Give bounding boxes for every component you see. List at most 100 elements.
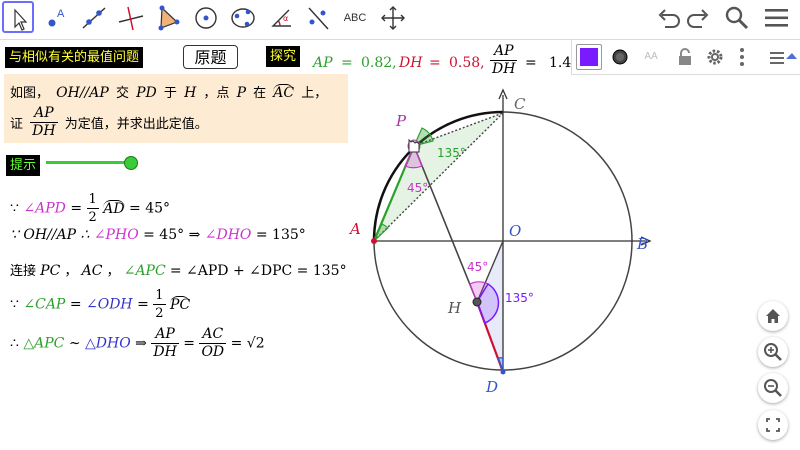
angle-cap-mark — [373, 223, 389, 242]
problem-math: PD — [136, 85, 157, 101]
perpendicular-tool-button[interactable] — [114, 1, 146, 33]
move-tool-button[interactable] — [2, 1, 34, 33]
fullscreen-button[interactable] — [758, 410, 788, 440]
point-style-icon[interactable] — [608, 45, 632, 69]
hand-cursor-icon — [408, 138, 420, 153]
proof-angle: ∠PHO — [93, 227, 139, 243]
proof-text: ， — [64, 264, 78, 279]
angle-label-apc: 135° — [437, 146, 466, 160]
proof-triangle: △APC — [23, 335, 65, 352]
redo-icon[interactable] — [686, 6, 712, 30]
proof-angle: ∠ODH — [86, 296, 133, 313]
move-view-tool-button[interactable] — [376, 1, 408, 33]
ratio-equals: = — [525, 55, 537, 71]
menu-icon[interactable] — [764, 7, 790, 29]
lock-icon[interactable] — [673, 45, 697, 69]
svg-text:α: α — [283, 14, 288, 23]
proof-text: ∼ — [68, 335, 81, 352]
proof-text: = — [183, 335, 195, 352]
point-h[interactable] — [472, 297, 482, 307]
angle-tool-button[interactable]: α — [264, 1, 296, 33]
zoom-in-button[interactable] — [758, 337, 788, 367]
undo-icon[interactable] — [655, 6, 681, 30]
hint-slider-track[interactable] — [46, 161, 130, 164]
zoom-out-button[interactable] — [758, 373, 788, 403]
point-tool-button[interactable]: A — [39, 1, 71, 33]
triangle-apc-fill — [374, 113, 503, 241]
problem-text: 于 — [163, 86, 177, 101]
label-c: C — [514, 95, 526, 113]
proof-text: 连接 — [10, 264, 37, 279]
proof-text: ∴ — [10, 335, 19, 352]
problem-math: P — [236, 85, 246, 101]
proof-text: ， — [106, 264, 120, 279]
search-icon[interactable] — [724, 5, 750, 31]
proof-text: ∵ — [10, 200, 19, 217]
hint-slider-handle[interactable] — [124, 156, 138, 170]
polygon-tool-button[interactable] — [151, 1, 183, 33]
angle-icon: α — [271, 9, 291, 27]
proof-text: ⇒ — [135, 335, 147, 352]
gear-icon[interactable] — [703, 45, 727, 69]
problem-fraction-num: AP — [30, 105, 58, 123]
main-toolbar: A α ABC — [0, 0, 800, 36]
reflect-tool-button[interactable] — [301, 1, 333, 33]
line-icon — [82, 7, 106, 29]
line-tool-button[interactable] — [77, 1, 109, 33]
proof-line-3: 连接 PC ， AC ， ∠APC = ∠APD + ∠DPC = 135° — [10, 260, 347, 279]
label-h: H — [447, 299, 462, 317]
label-b: B — [636, 235, 648, 253]
dh-label: DH — [399, 55, 423, 71]
label-p: P — [395, 112, 407, 130]
page-title: 与相似有关的最值问题 — [5, 47, 144, 68]
color-swatch — [580, 48, 598, 66]
toggle-view-icon[interactable] — [768, 45, 798, 69]
ratio-denominator: DH — [492, 61, 516, 77]
proof-text: = — [137, 296, 149, 313]
angle-label-dho: 135° — [505, 291, 534, 305]
conic-tool-button[interactable] — [226, 1, 258, 33]
conic-icon — [231, 8, 255, 28]
point-d[interactable] — [500, 369, 506, 375]
home-button[interactable] — [758, 301, 788, 331]
explore-button[interactable]: 探究 — [266, 46, 301, 67]
proof-math: AC — [81, 263, 103, 279]
ap-equals: = — [341, 55, 353, 71]
ap-value: 0.82, — [361, 55, 397, 71]
point-icon: A — [48, 8, 65, 27]
zoom-in-icon — [764, 343, 782, 361]
problem-text: 如图， — [10, 86, 50, 101]
proof-angle: ∠APD — [23, 200, 66, 217]
polygon-icon — [158, 5, 180, 31]
text-tool-button[interactable]: ABC — [338, 1, 370, 33]
proof-fraction: AP DH — [151, 326, 179, 361]
proof-fraction-den: OD — [201, 344, 225, 360]
proof-angle: ∠APC — [123, 263, 166, 279]
label-o: O — [509, 222, 521, 240]
text-size-icon[interactable]: AA — [640, 47, 662, 67]
circle-tool-button[interactable] — [189, 1, 221, 33]
proof-math: PC — [40, 263, 61, 279]
problem-text: 交 — [115, 86, 129, 101]
proof-line-4: ∵ ∠CAP = ∠ODH = 1 2 PC — [10, 287, 191, 322]
geometry-canvas[interactable]: A P C O B H D 135° 45° 45° 135° — [340, 84, 665, 450]
proof-fraction-num: 1 — [86, 192, 99, 209]
move-view-icon — [381, 6, 405, 30]
more-icon[interactable] — [736, 45, 748, 69]
proof-fraction-den: DH — [153, 344, 177, 360]
problem-text: 在 — [253, 86, 267, 101]
fullscreen-icon — [766, 418, 780, 432]
proof-arc: PC — [170, 295, 191, 313]
ratio-value: 1.4 — [549, 55, 572, 71]
proof-arc: AD — [103, 199, 125, 217]
problem-math: OH//AP — [56, 85, 109, 101]
hint-label: 提示 — [6, 155, 41, 176]
proof-line-1: ∵ ∠APD = 1 2 AD = 45° — [10, 191, 170, 226]
proof-line-2: ∵ OH//AP ∴ ∠PHO = 45° ⇒ ∠DHO = 135° — [10, 227, 306, 243]
reflect-line-icon — [308, 7, 329, 30]
original-problem-button[interactable]: 原题 — [183, 45, 238, 69]
proof-fraction: 1 2 — [153, 287, 166, 322]
color-button[interactable] — [576, 44, 602, 70]
point-a[interactable] — [371, 238, 377, 244]
proof-fraction: 1 2 — [86, 191, 99, 226]
